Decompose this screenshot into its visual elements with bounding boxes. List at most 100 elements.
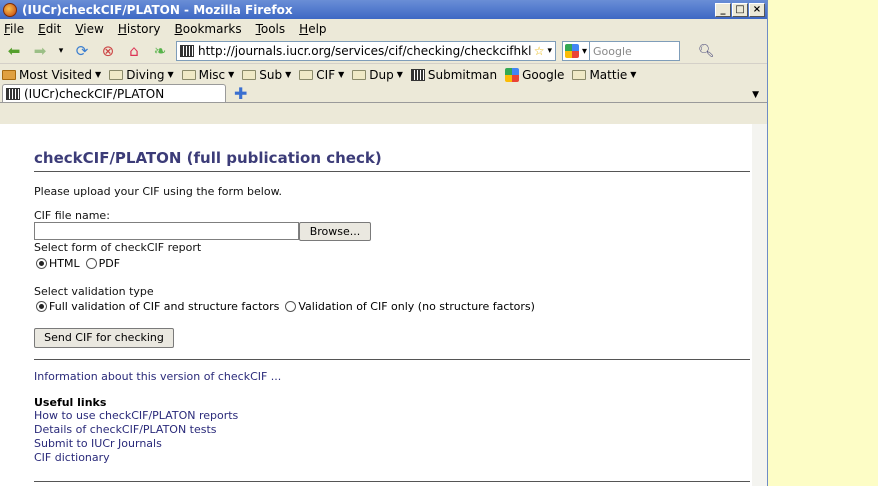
tab-checkcif[interactable]: (IUCr)checkCIF/PLATON [2, 84, 226, 102]
send-cif-button[interactable]: Send CIF for checking [34, 328, 174, 348]
bookmark-cif[interactable]: CIF ▼ [299, 68, 344, 82]
new-tab-icon[interactable]: ✚ [234, 86, 247, 102]
validation-options: Full validation of CIF and structure fac… [36, 300, 535, 313]
bookmark-label: Submitman [427, 67, 498, 82]
radio-pdf-label: PDF [98, 257, 121, 270]
menu-view[interactable]: View [75, 22, 103, 36]
bookmark-sub[interactable]: Sub ▼ [242, 68, 291, 82]
bookmarks-toolbar: Most Visited ▼ Diving ▼ Misc ▼ Sub ▼ CIF ▼ Du… [0, 63, 767, 85]
url-dropdown-icon[interactable]: ▾ [547, 46, 552, 56]
bookmark-most-visited[interactable]: Most Visited ▼ [2, 68, 101, 82]
google-icon [564, 44, 579, 58]
bookmark-label: Sub [259, 67, 283, 82]
site-favicon-icon [180, 45, 194, 57]
page-content: checkCIF/PLATON (full publication check)… [0, 124, 767, 486]
tab-label: (IUCr)checkCIF/PLATON [24, 86, 165, 101]
url-text: http://journals.iucr.org/services/cif/ch… [198, 44, 531, 58]
radio-html-label: HTML [49, 257, 80, 270]
chevron-down-icon: ▼ [95, 70, 102, 79]
bookmark-label: Dup [369, 67, 394, 82]
leaf-icon[interactable]: ❧ [150, 42, 170, 60]
bookmark-label: Mattie [589, 67, 628, 82]
history-dropdown-icon[interactable]: ▾ [56, 42, 66, 60]
maximize-button[interactable]: □ [732, 2, 748, 17]
radio-pdf[interactable] [85, 258, 97, 269]
radio-full-validation-label: Full validation of CIF and structure fac… [49, 300, 280, 313]
window-title: (IUCr)checkCIF/PLATON - Mozilla Firefox [22, 2, 293, 17]
folder-icon [299, 69, 314, 80]
search-magnifier-icon[interactable]: 🔍︎ [698, 44, 715, 59]
folder-icon [242, 69, 257, 80]
site-favicon-icon [6, 87, 20, 100]
bookmark-misc[interactable]: Misc ▼ [181, 67, 235, 82]
radio-cif-only[interactable] [285, 301, 297, 312]
bookmark-label: Misc [198, 67, 226, 82]
info-link[interactable]: Information about this version of checkC… [34, 370, 281, 383]
search-input[interactable]: Google [590, 41, 680, 61]
bookmark-dup[interactable]: Dup ▼ [352, 68, 403, 82]
useful-link-test-details[interactable]: Details of checkCIF/PLATON tests [34, 423, 217, 436]
menu-tools[interactable]: Tools [256, 22, 286, 36]
menu-bookmarks[interactable]: Bookmarks [175, 22, 242, 36]
stop-icon[interactable]: ⊗ [98, 42, 118, 60]
page-title: checkCIF/PLATON (full publication check) [34, 149, 382, 167]
bookmark-submitman[interactable]: Submitman [410, 67, 498, 82]
useful-links-heading: Useful links [34, 396, 107, 409]
firefox-icon [3, 2, 17, 17]
menu-bar: File Edit View History Bookmarks Tools H… [0, 19, 767, 39]
google-icon [505, 67, 520, 82]
chevron-down-icon: ▼ [396, 70, 403, 79]
back-arrow-icon[interactable]: ⬅ [4, 42, 24, 60]
divider [34, 481, 750, 482]
bookmark-mattie[interactable]: Mattie ▼ [572, 68, 636, 82]
tab-list-dropdown-icon[interactable]: ▼ [752, 90, 759, 100]
radio-html[interactable] [36, 258, 47, 269]
useful-link-cif-dictionary[interactable]: CIF dictionary [34, 451, 110, 464]
folder-icon [2, 69, 16, 80]
menu-file[interactable]: File [4, 22, 24, 36]
submitman-icon [410, 68, 425, 81]
forward-arrow-icon[interactable]: ➡ [30, 42, 50, 60]
radio-cif-only-label: Validation of CIF only (no structure fac… [298, 300, 535, 313]
bookmark-diving[interactable]: Diving ▼ [109, 67, 174, 82]
browse-button[interactable]: Browse... [299, 222, 371, 241]
minimize-button[interactable]: _ [715, 2, 731, 17]
title-bar: (IUCr)checkCIF/PLATON - Mozilla Firefox … [0, 0, 767, 19]
folder-icon [109, 69, 124, 80]
menu-edit[interactable]: Edit [38, 22, 61, 36]
validation-label: Select validation type [34, 285, 154, 298]
home-icon[interactable]: ⌂ [124, 42, 144, 60]
folder-icon [352, 69, 367, 80]
cif-file-input[interactable] [34, 222, 299, 240]
radio-full-validation[interactable] [36, 301, 47, 312]
chevron-down-icon: ▼ [228, 70, 235, 79]
report-options: HTML PDF [36, 257, 120, 270]
chevron-down-icon: ▼ [630, 70, 637, 79]
bookmark-star-icon[interactable]: ☆ [534, 44, 545, 58]
divider [34, 171, 750, 172]
folder-icon [572, 69, 587, 80]
menu-help[interactable]: Help [299, 22, 326, 36]
report-label: Select form of checkCIF report [34, 241, 202, 254]
url-bar[interactable]: http://journals.iucr.org/services/cif/ch… [176, 41, 556, 61]
bookmark-label: CIF [316, 67, 336, 82]
bookmark-label: Diving [126, 67, 165, 82]
menu-history[interactable]: History [118, 22, 161, 36]
file-label: CIF file name: [34, 209, 110, 222]
useful-link-submit[interactable]: Submit to IUCr Journals [34, 437, 162, 450]
bookmark-label: Most Visited [19, 67, 93, 82]
close-button[interactable]: × [749, 2, 765, 17]
browser-window: (IUCr)checkCIF/PLATON - Mozilla Firefox … [0, 0, 768, 486]
divider [34, 359, 750, 360]
chevron-down-icon: ▼ [285, 70, 292, 79]
search-engine-selector[interactable]: ▾ [562, 41, 590, 61]
vertical-scrollbar[interactable] [752, 124, 767, 486]
folder-icon [181, 69, 196, 80]
chevron-down-icon: ▼ [167, 70, 174, 79]
navigation-toolbar: ⬅ ➡ ▾ ⟳ ⊗ ⌂ ❧ http://journals.iucr.org/s… [0, 39, 767, 63]
useful-link-how-to-use[interactable]: How to use checkCIF/PLATON reports [34, 409, 238, 422]
bookmark-label: Google [522, 67, 565, 82]
bookmark-google[interactable]: Google [505, 67, 565, 82]
reload-icon[interactable]: ⟳ [72, 42, 92, 60]
chevron-down-icon: ▼ [338, 70, 345, 79]
